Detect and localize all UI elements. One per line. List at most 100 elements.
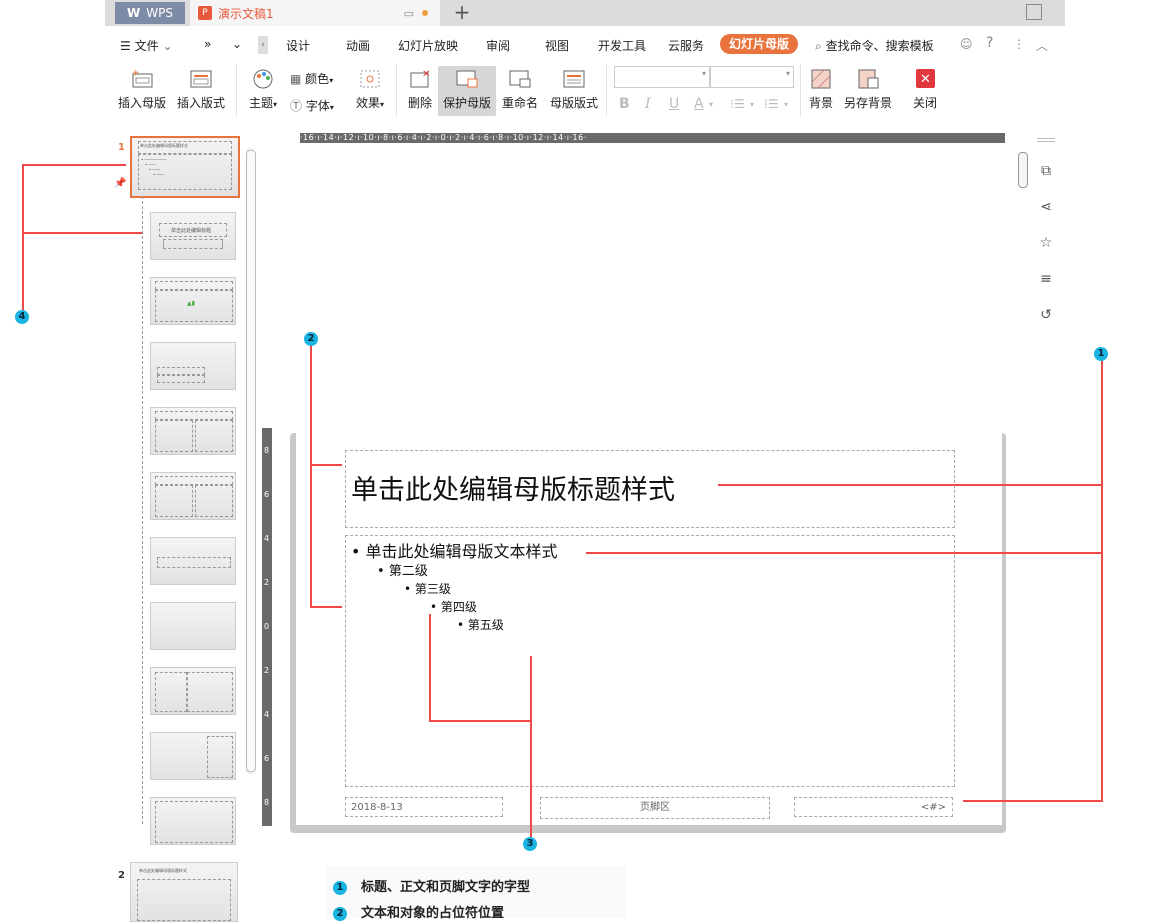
- quick-access-dropdown-icon[interactable]: ⌄: [232, 37, 242, 51]
- legend-text-2: 文本和对象的占位符位置: [361, 906, 505, 921]
- tab-view[interactable]: 视图: [545, 37, 569, 54]
- font-color-button[interactable]: A: [694, 96, 704, 112]
- more-menu-icon[interactable]: »: [204, 37, 211, 51]
- callout-line-3-level: [429, 614, 431, 722]
- layout-thumbnail[interactable]: [150, 537, 236, 585]
- background-icon: [809, 68, 833, 90]
- new-tab-button[interactable]: +: [450, 0, 474, 24]
- window-layout-icon[interactable]: [1026, 4, 1042, 20]
- slide-number-1: 1: [118, 142, 125, 153]
- background-button[interactable]: 背景: [803, 68, 839, 111]
- history-icon[interactable]: ↺: [1037, 306, 1055, 324]
- tab-slideshow[interactable]: 幻灯片放映: [398, 37, 458, 54]
- color-dropdown[interactable]: ▦ 颜色▾: [290, 70, 333, 87]
- delete-button[interactable]: ✕ 删除: [400, 68, 440, 111]
- properties-sliders-icon[interactable]: ≡: [1037, 270, 1055, 288]
- master-thumbnail-2[interactable]: 单击此处编辑母版标题样式: [130, 862, 238, 922]
- wps-logo-icon: W: [127, 6, 141, 20]
- font-icon: Ⓣ: [290, 99, 303, 113]
- collapse-left-icon[interactable]: ‹: [258, 36, 268, 54]
- body-level-1[interactable]: • 单击此处编辑母版文本样式: [351, 538, 558, 562]
- layout-thumbnail[interactable]: [150, 732, 236, 780]
- underline-button[interactable]: U: [669, 96, 679, 112]
- help-icon[interactable]: ?: [986, 35, 993, 51]
- panel-handle-icon[interactable]: [1037, 138, 1055, 142]
- italic-button[interactable]: I: [645, 96, 651, 112]
- font-dropdown[interactable]: Ⓣ 字体▾: [290, 97, 334, 114]
- font-size-select[interactable]: ▾: [710, 66, 794, 88]
- tab-animation[interactable]: 动画: [346, 37, 370, 54]
- pin-icon[interactable]: 📌: [114, 178, 126, 189]
- master-layout-label: 母版版式: [549, 96, 598, 110]
- layout-thumbnail[interactable]: [150, 342, 236, 390]
- body-level-2[interactable]: • 第二级: [377, 560, 428, 579]
- more-options-icon[interactable]: ⋮: [1013, 37, 1025, 51]
- rename-label: 重命名: [501, 96, 538, 110]
- body-level-5[interactable]: • 第五级: [457, 616, 504, 633]
- effect-button[interactable]: 效果▾: [348, 68, 392, 111]
- theme-button[interactable]: 主题▾: [240, 68, 286, 111]
- tab-review[interactable]: 审阅: [486, 37, 510, 54]
- tab-slide-master[interactable]: 幻灯片母版: [720, 34, 798, 54]
- layout-tree-connector: [142, 196, 143, 824]
- insert-master-button[interactable]: ✳ 插入母版: [114, 68, 170, 111]
- protect-master-button[interactable]: 保护母版: [438, 66, 496, 116]
- slide-switch-icon[interactable]: ⧉: [1037, 162, 1055, 180]
- command-search[interactable]: ⌕ 查找命令、搜索模板: [815, 37, 934, 54]
- effect-icon: [358, 68, 382, 90]
- share-icon[interactable]: ⋖: [1037, 198, 1055, 216]
- layout-thumbnail[interactable]: [150, 472, 236, 520]
- numbered-list-icon[interactable]: ⁞☰: [764, 97, 779, 111]
- monitor-icon[interactable]: ▭: [404, 7, 414, 20]
- save-background-button[interactable]: 另存背景: [842, 68, 894, 111]
- tab-design[interactable]: 设计: [286, 37, 310, 54]
- layout-thumbnail[interactable]: [150, 407, 236, 455]
- bullet-list-icon[interactable]: ⁝☰: [730, 97, 745, 111]
- ribbon-divider: [606, 64, 607, 116]
- font-family-select[interactable]: ▾: [614, 66, 710, 88]
- animation-star-icon[interactable]: ☆: [1037, 234, 1055, 252]
- color-label: 颜色: [305, 72, 330, 86]
- ruler-tick: 6: [264, 490, 270, 499]
- collapse-ribbon-icon[interactable]: ︿: [1036, 37, 1048, 54]
- callout-line-2-title: [310, 464, 342, 466]
- callout-badge-1: 1: [1094, 347, 1108, 361]
- master-layout-button[interactable]: 母版版式: [546, 68, 602, 111]
- footer-date-placeholder[interactable]: 2018-8-13: [345, 797, 503, 817]
- document-tab[interactable]: P 演示文稿1 ▭: [190, 0, 440, 26]
- chevron-down-icon[interactable]: ▾: [709, 100, 713, 109]
- ruler-tick: 4: [264, 534, 270, 543]
- chevron-down-icon: ⌄: [162, 39, 173, 53]
- layout-thumbnail[interactable]: ▲▮: [150, 277, 236, 325]
- close-master-button[interactable]: ✕ 关闭: [904, 68, 946, 111]
- callout-line-4-layout: [22, 232, 142, 234]
- layout-thumbnail[interactable]: [150, 667, 236, 715]
- footer-number-placeholder[interactable]: <#>: [794, 797, 953, 817]
- canvas-scrollbar-thumb[interactable]: [1018, 152, 1028, 188]
- layout-thumbnail[interactable]: [150, 602, 236, 650]
- layout-thumbnail[interactable]: [150, 797, 236, 845]
- chevron-down-icon[interactable]: ▾: [750, 100, 754, 109]
- callout-line-1-body: [586, 552, 1102, 554]
- insert-layout-button[interactable]: 插入版式: [173, 68, 229, 111]
- thumb-layout-title: 单击此处编辑标题: [171, 228, 212, 234]
- title-placeholder-text[interactable]: 单击此处编辑母版标题样式: [351, 468, 675, 507]
- file-menu[interactable]: ☰ 文件 ⌄: [120, 37, 173, 54]
- rename-button[interactable]: 重命名: [498, 68, 542, 111]
- tab-developer[interactable]: 开发工具: [598, 37, 646, 54]
- thumbnail-scrollbar-thumb[interactable]: [246, 150, 256, 772]
- chevron-down-icon[interactable]: ▾: [784, 100, 788, 109]
- body-placeholder[interactable]: [345, 535, 955, 787]
- footer-text-placeholder[interactable]: 页脚区: [540, 797, 770, 819]
- tab-cloud[interactable]: 云服务: [668, 37, 704, 54]
- body-level-4[interactable]: • 第四级: [430, 598, 477, 615]
- layout-thumbnail[interactable]: 单击此处编辑标题: [150, 212, 236, 260]
- wps-home-tab[interactable]: W WPS: [115, 2, 185, 24]
- callout-line-3: [530, 656, 532, 838]
- bold-button[interactable]: B: [619, 96, 630, 112]
- master-thumbnail[interactable]: 单击此处编辑母版标题样式 • ───────── • ─── • ─── • ─…: [130, 136, 240, 198]
- feedback-icon[interactable]: ☺: [960, 37, 973, 51]
- file-menu-label: 文件: [134, 39, 159, 53]
- body-level-3[interactable]: • 第三级: [404, 580, 451, 597]
- theme-label: 主题: [248, 96, 273, 110]
